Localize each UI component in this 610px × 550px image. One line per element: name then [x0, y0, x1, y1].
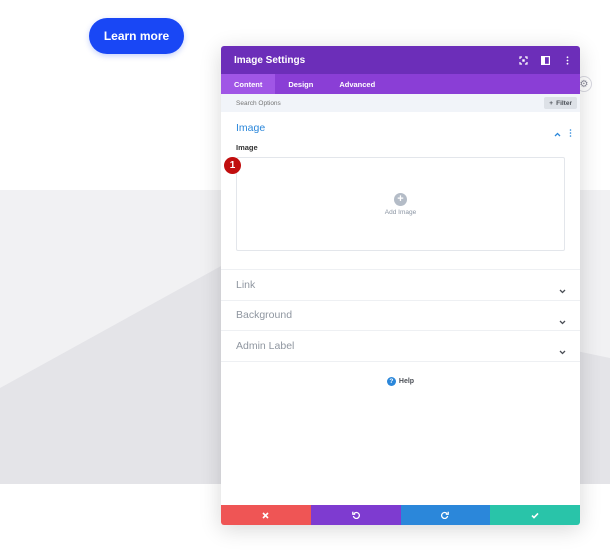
sidebar-layout-icon[interactable] [540, 55, 550, 65]
add-image-icon[interactable]: + [394, 192, 407, 206]
help-label: Help [398, 377, 415, 385]
tab-design[interactable]: Design [275, 74, 326, 94]
undo-button[interactable] [310, 505, 401, 525]
tab-content[interactable]: Content [221, 74, 276, 94]
undo-icon [351, 511, 360, 519]
chevron-down-icon[interactable] [559, 312, 566, 330]
tab-advanced[interactable]: Advanced [326, 74, 388, 94]
step-number-badge: 1 [224, 157, 241, 174]
search-options-input[interactable] [236, 99, 436, 107]
redo-button[interactable] [400, 505, 491, 525]
section-admin-label[interactable]: Admin Label [221, 331, 580, 362]
chevron-down-icon[interactable] [559, 342, 566, 360]
section-image-title[interactable]: Image [236, 122, 565, 134]
save-button[interactable] [490, 505, 580, 525]
more-vertical-icon[interactable] [562, 55, 572, 65]
image-settings-panel: Image Settings Content Design Advanced +… [221, 46, 580, 525]
section-admin-label-title: Admin Label [236, 339, 295, 352]
save-check-icon [531, 512, 539, 519]
chevron-down-icon[interactable] [559, 281, 566, 299]
add-image-label[interactable]: Add Image [385, 209, 416, 216]
help-link[interactable]: ? Help [221, 376, 580, 386]
panel-footer [221, 505, 580, 525]
search-row: + Filter [221, 94, 580, 112]
section-image-controls [554, 124, 572, 142]
header-icons [518, 46, 572, 74]
section-link[interactable]: Link [221, 270, 580, 301]
chevron-up-icon[interactable] [554, 124, 561, 142]
more-vertical-icon[interactable] [569, 124, 572, 142]
filter-button[interactable]: + Filter [544, 97, 577, 109]
section-image: Image Image + Add Image [221, 112, 580, 270]
panel-header: Image Settings [221, 46, 580, 74]
filter-label: Filter [556, 99, 572, 107]
plus-icon: + [549, 99, 554, 107]
image-upload-area[interactable]: + Add Image [236, 157, 565, 251]
help-icon: ? [386, 376, 396, 386]
discard-button[interactable] [221, 505, 311, 525]
section-background[interactable]: Background [221, 301, 580, 331]
section-background-title: Background [236, 309, 293, 322]
learn-more-button[interactable]: Learn more [89, 18, 184, 54]
redo-icon [441, 511, 450, 519]
discard-icon [262, 511, 269, 519]
expand-icon[interactable] [518, 55, 528, 65]
section-link-title: Link [236, 278, 256, 291]
image-field-label: Image [236, 143, 258, 152]
panel-title: Image Settings [234, 54, 306, 66]
tab-bar: Content Design Advanced [221, 74, 580, 94]
